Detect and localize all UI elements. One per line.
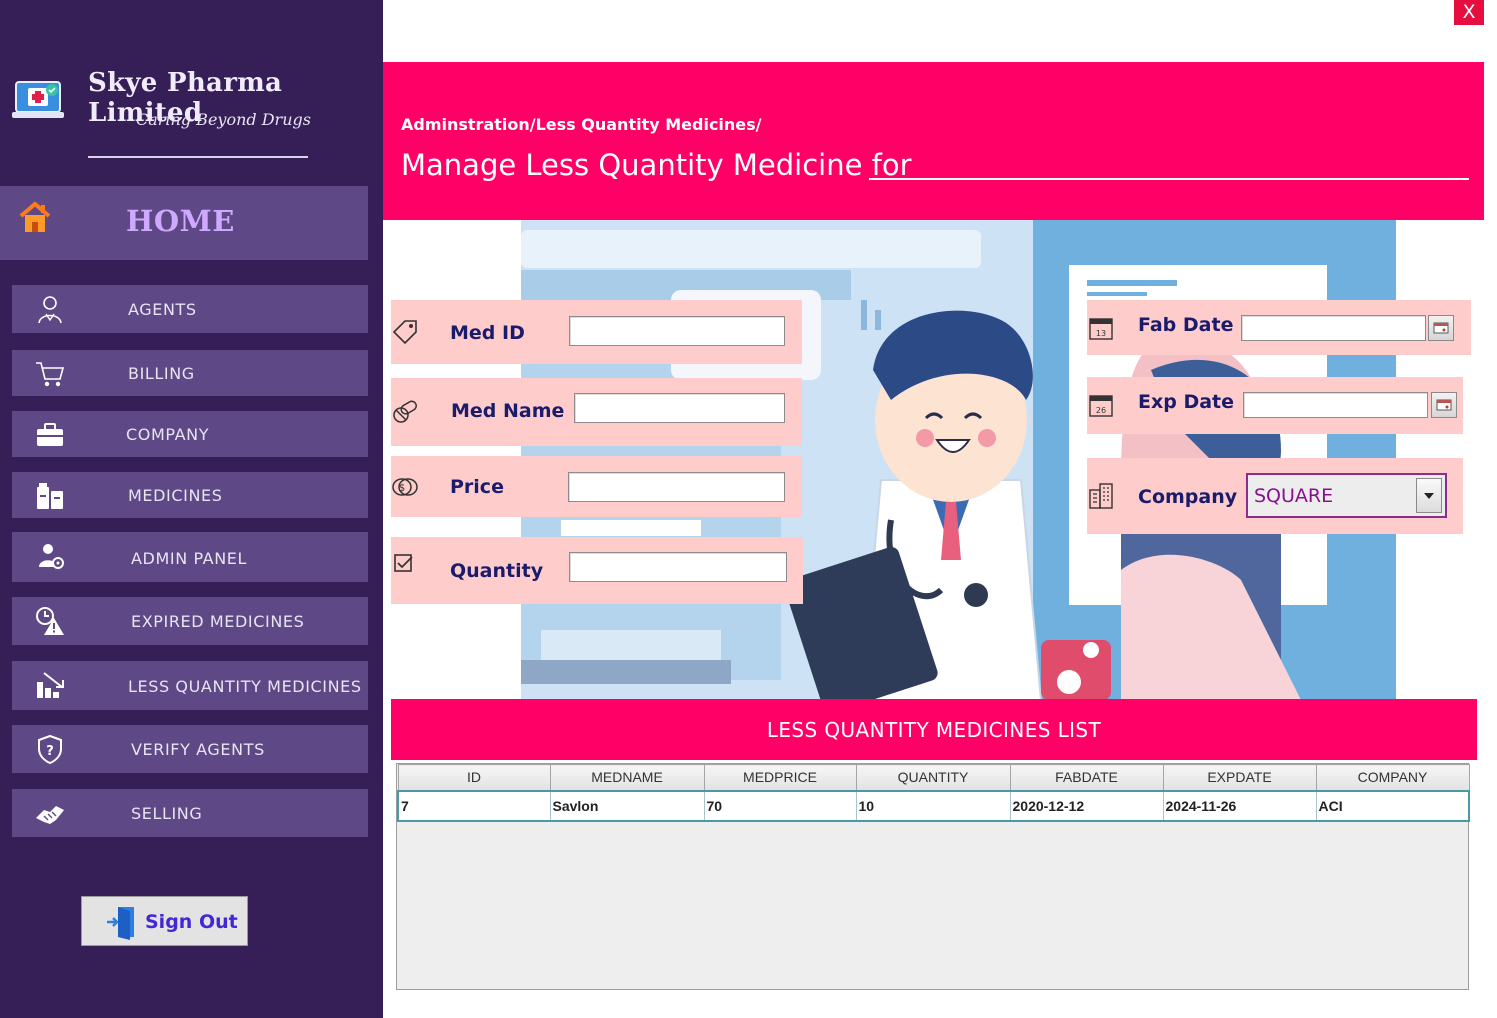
sidebar-item-medicines[interactable]: MEDICINES bbox=[12, 472, 368, 518]
medicines-table[interactable]: ID MEDNAME MEDPRICE QUANTITY FABDATE EXP… bbox=[397, 764, 1470, 822]
table-cell[interactable]: 2020-12-12 bbox=[1009, 789, 1164, 822]
sidebar-item-verify-agents[interactable]: ? VERIFY AGENTS bbox=[12, 725, 368, 773]
page-title: Manage Less Quantity Medicine for bbox=[401, 148, 912, 182]
checkbox-icon bbox=[391, 551, 419, 579]
sign-out-button[interactable]: Sign Out bbox=[81, 896, 248, 946]
column-header-expdate[interactable]: EXPDATE bbox=[1162, 764, 1317, 791]
column-header-medname[interactable]: MEDNAME bbox=[549, 764, 705, 791]
sidebar-item-label: MEDICINES bbox=[128, 486, 223, 505]
sidebar-item-label: LESS QUANTITY MEDICINES bbox=[128, 677, 362, 696]
calendar-picker-icon bbox=[1433, 322, 1449, 334]
breadcrumb: Adminstration/Less Quantity Medicines/ bbox=[401, 115, 762, 134]
agent-icon bbox=[34, 294, 66, 324]
column-header-id[interactable]: ID bbox=[397, 764, 551, 791]
brand-divider bbox=[88, 156, 308, 158]
table-cell[interactable]: 7 bbox=[397, 789, 551, 822]
admin-gear-icon bbox=[34, 541, 66, 571]
calendar-picker-icon bbox=[1436, 399, 1452, 411]
sidebar-item-label: SELLING bbox=[131, 804, 203, 823]
price-label: Price bbox=[450, 476, 504, 498]
sidebar-item-label: AGENTS bbox=[128, 300, 197, 319]
column-header-fabdate[interactable]: FABDATE bbox=[1009, 764, 1164, 791]
pharmacy-logo-icon bbox=[12, 78, 64, 124]
company-select[interactable]: SQUARE bbox=[1246, 473, 1447, 518]
column-header-quantity[interactable]: QUANTITY bbox=[855, 764, 1011, 791]
page-header: Adminstration/Less Quantity Medicines/ M… bbox=[383, 62, 1484, 220]
med-id-input[interactable] bbox=[569, 316, 785, 346]
med-id-label: Med ID bbox=[450, 322, 525, 344]
warning-clock-icon bbox=[34, 606, 66, 636]
exp-date-picker-button[interactable] bbox=[1431, 392, 1457, 418]
sidebar-item-agents[interactable]: AGENTS bbox=[12, 285, 368, 333]
sidebar-item-label: VERIFY AGENTS bbox=[131, 740, 265, 759]
sidebar-item-less-quantity-medicines[interactable]: LESS QUANTITY MEDICINES bbox=[12, 661, 368, 710]
sidebar-item-label: EXPIRED MEDICINES bbox=[131, 612, 305, 631]
sidebar-item-expired-medicines[interactable]: EXPIRED MEDICINES bbox=[12, 597, 368, 645]
sign-out-label: Sign Out bbox=[145, 911, 238, 933]
cart-icon bbox=[34, 359, 66, 389]
pill-icon bbox=[391, 398, 419, 426]
quantity-input[interactable] bbox=[569, 552, 787, 582]
sidebar-item-label: BILLING bbox=[128, 364, 195, 383]
medicines-table-container[interactable]: ID MEDNAME MEDPRICE QUANTITY FABDATE EXP… bbox=[396, 763, 1470, 990]
table-row[interactable]: 7 Savlon 70 10 2020-12-12 2024-11-26 ACI bbox=[397, 789, 1470, 822]
table-header-row: ID MEDNAME MEDPRICE QUANTITY FABDATE EXP… bbox=[397, 764, 1470, 791]
calendar-icon: 26 bbox=[1087, 391, 1115, 419]
svg-text:13: 13 bbox=[1096, 329, 1106, 338]
list-header: LESS QUANTITY MEDICINES LIST bbox=[391, 699, 1477, 760]
exit-door-icon bbox=[106, 904, 138, 940]
briefcase-icon bbox=[34, 420, 66, 450]
medicine-bottles-icon bbox=[34, 481, 66, 511]
price-input[interactable] bbox=[568, 472, 785, 502]
list-title: LESS QUANTITY MEDICINES LIST bbox=[766, 718, 1102, 742]
column-header-medprice[interactable]: MEDPRICE bbox=[703, 764, 857, 791]
tag-icon bbox=[391, 318, 419, 346]
sidebar: Skye Pharma Limited Caring Beyond Drugs … bbox=[0, 0, 383, 1018]
column-header-company[interactable]: COMPANY bbox=[1315, 764, 1470, 791]
handshake-icon bbox=[34, 798, 66, 828]
home-button[interactable]: HOME bbox=[0, 186, 368, 260]
table-cell[interactable]: 10 bbox=[855, 789, 1011, 822]
title-underline bbox=[869, 178, 1469, 180]
company-label: Company bbox=[1138, 486, 1238, 508]
svg-text:$: $ bbox=[399, 483, 405, 494]
brand-tagline: Caring Beyond Drugs bbox=[136, 110, 311, 129]
sidebar-item-label: COMPANY bbox=[126, 425, 210, 444]
svg-text:26: 26 bbox=[1096, 406, 1106, 415]
chevron-down-icon[interactable] bbox=[1416, 478, 1442, 513]
bar-down-icon bbox=[34, 670, 66, 700]
home-label: HOME bbox=[126, 204, 235, 238]
close-button[interactable]: X bbox=[1454, 0, 1484, 25]
svg-text:?: ? bbox=[46, 744, 54, 759]
shield-question-icon: ? bbox=[34, 734, 66, 765]
company-select-value: SQUARE bbox=[1254, 485, 1334, 507]
coins-icon: $ bbox=[391, 474, 419, 502]
sidebar-item-billing[interactable]: BILLING bbox=[12, 350, 368, 396]
table-cell[interactable]: ACI bbox=[1315, 789, 1470, 822]
calendar-icon: 13 bbox=[1087, 314, 1115, 342]
fab-date-label: Fab Date bbox=[1138, 314, 1234, 336]
exp-date-input[interactable] bbox=[1243, 392, 1428, 418]
sidebar-item-admin-panel[interactable]: ADMIN PANEL bbox=[12, 532, 368, 582]
table-cell[interactable]: Savlon bbox=[549, 789, 705, 822]
exp-date-label: Exp Date bbox=[1138, 391, 1235, 413]
sidebar-item-company[interactable]: COMPANY bbox=[12, 411, 368, 457]
fab-date-input[interactable] bbox=[1241, 315, 1426, 341]
med-name-label: Med Name bbox=[451, 400, 565, 422]
med-name-input[interactable] bbox=[574, 393, 785, 423]
home-icon bbox=[18, 200, 52, 236]
sidebar-item-selling[interactable]: SELLING bbox=[12, 789, 368, 837]
quantity-label: Quantity bbox=[450, 560, 544, 582]
sidebar-item-label: ADMIN PANEL bbox=[131, 549, 248, 568]
table-cell[interactable]: 2024-11-26 bbox=[1162, 789, 1317, 822]
building-icon bbox=[1087, 482, 1115, 510]
table-cell[interactable]: 70 bbox=[703, 789, 857, 822]
fab-date-picker-button[interactable] bbox=[1428, 315, 1454, 341]
